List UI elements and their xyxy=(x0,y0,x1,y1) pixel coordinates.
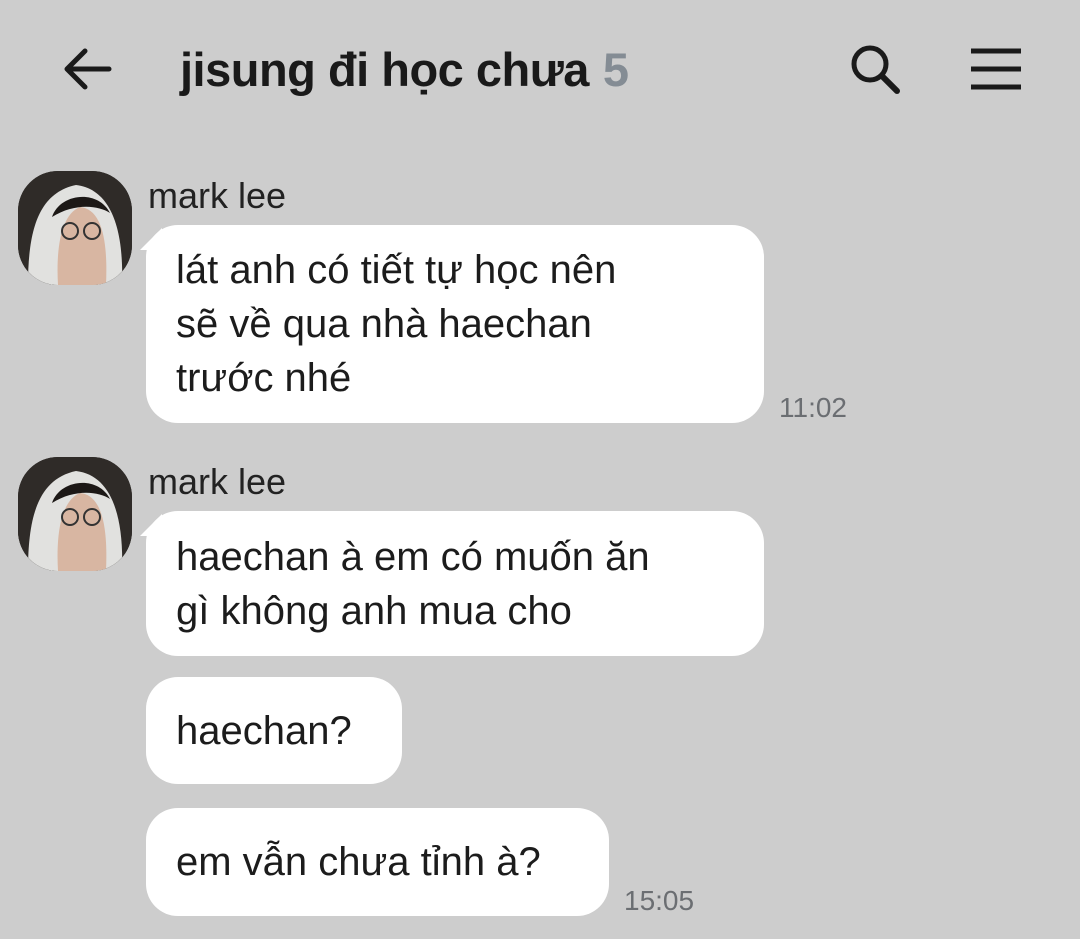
member-count: 5 xyxy=(602,42,629,96)
message-bubble[interactable]: haechan? xyxy=(146,677,402,784)
message-bubble[interactable]: lát anh có tiết tự học nên sẽ về qua nhà… xyxy=(146,225,764,423)
profile-photo-icon xyxy=(18,171,132,285)
sender-name: mark lee xyxy=(148,461,287,502)
avatar[interactable] xyxy=(18,457,132,571)
message-text: em vẫn chưa tỉnh à? xyxy=(176,840,541,884)
chat-title: jisung đi học chưa 5 xyxy=(180,38,629,100)
message-text: haechan à em có muốn ăn gì không anh mua… xyxy=(176,534,650,633)
hamburger-menu-icon xyxy=(971,48,1021,90)
message-text: haechan? xyxy=(176,708,352,753)
chat-title-text: jisung đi học chưa xyxy=(180,42,589,96)
message-timestamp: 11:02 xyxy=(779,392,847,423)
menu-button[interactable] xyxy=(962,38,1030,100)
message-text: lát anh có tiết tự học nên sẽ về qua nhà… xyxy=(176,248,617,400)
message-bubble[interactable]: em vẫn chưa tỉnh à? xyxy=(146,808,609,916)
message-timestamp: 15:05 xyxy=(624,885,695,916)
avatar[interactable] xyxy=(18,171,132,285)
arrow-left-icon xyxy=(64,48,112,90)
back-button[interactable] xyxy=(52,38,122,100)
sender-name: mark lee xyxy=(148,175,287,216)
message-bubble[interactable]: haechan à em có muốn ăn gì không anh mua… xyxy=(146,511,764,656)
search-icon xyxy=(851,45,900,94)
profile-photo-icon xyxy=(18,457,132,571)
chat-header: jisung đi học chưa 5 xyxy=(0,0,1080,140)
search-button[interactable] xyxy=(842,38,908,100)
